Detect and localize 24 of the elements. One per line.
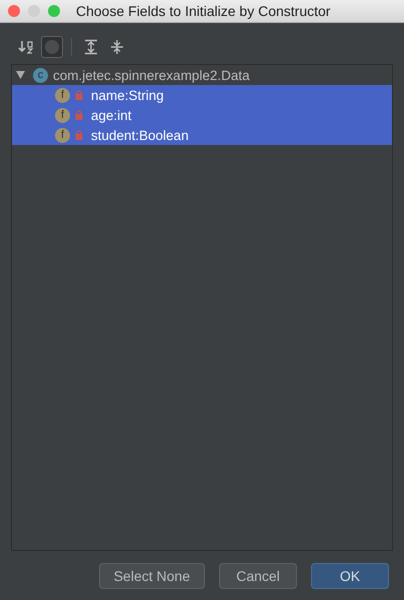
- window-title: Choose Fields to Initialize by Constructor: [75, 3, 330, 19]
- expand-all-icon: [83, 39, 99, 55]
- field-row[interactable]: f student:Boolean: [12, 125, 392, 145]
- class-name: com.jetec.spinnerexample2.Data: [53, 68, 250, 82]
- field-row[interactable]: f name:String: [12, 85, 392, 105]
- field-badge: f: [55, 88, 70, 102]
- field-row[interactable]: f age:int: [12, 105, 392, 125]
- field-name: name:String: [91, 88, 164, 102]
- field-name: student:Boolean: [91, 128, 189, 142]
- close-button[interactable]: [8, 5, 20, 17]
- field-badge: f: [55, 108, 70, 122]
- dialog-button[interactable]: Select None: [98, 563, 205, 589]
- collapse-all-icon: [109, 39, 125, 55]
- lock-icon: [75, 130, 83, 140]
- lock-icon: [75, 90, 83, 100]
- field-badge: f: [55, 128, 70, 142]
- field-name: age:int: [91, 108, 132, 122]
- expand-arrow-icon[interactable]: [16, 71, 25, 79]
- dialog-button[interactable]: Cancel: [219, 563, 297, 589]
- lock-icon: [75, 110, 83, 120]
- dialog-button[interactable]: OK: [311, 563, 389, 589]
- class-badge: c: [33, 68, 48, 82]
- class-icon: [44, 39, 60, 55]
- sort-icon: [18, 39, 34, 55]
